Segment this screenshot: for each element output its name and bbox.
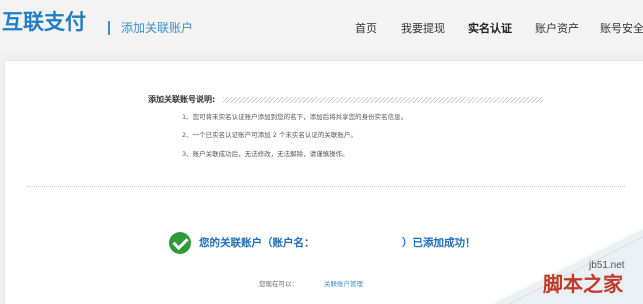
top-header: 互联支付 添加关联账户 首页 我要提现 实名认证 账户资产 账号安全 [0, 0, 643, 54]
account-management-link[interactable]: 关联账户管理 [324, 279, 363, 289]
success-text-suffix: ）已添加成功！ [402, 237, 476, 249]
watermark-site: jb51.net [589, 260, 625, 271]
instruction-item: 1、您可将未实名认证账户添加到您的名下，添加后将共享您的身份实名信息。 [182, 113, 408, 121]
nav-home[interactable]: 首页 [355, 21, 377, 37]
watermark-logo-text: 脚本之家 [543, 272, 623, 296]
success-text-prefix: 您的关联账户（账户名： [199, 237, 315, 249]
page-title: 添加关联账户 [121, 21, 194, 35]
nav-account-security[interactable]: 账号安全 [600, 21, 643, 37]
nav-real-name-auth[interactable]: 实名认证 [468, 21, 512, 37]
site-logo[interactable]: 互联支付 [2, 9, 86, 35]
title-hatch-decoration [223, 97, 543, 103]
next-step-label: 您现在可以： [259, 280, 298, 288]
instructions-title: 添加关联账号说明: [148, 95, 216, 104]
nav-withdraw[interactable]: 我要提现 [401, 21, 445, 37]
instruction-item: 2、一个已实名认证账户可添加 2 个未实名认证的关联账户。 [182, 131, 357, 139]
logo-divider [108, 21, 110, 35]
nav-account-assets[interactable]: 账户资产 [535, 21, 579, 37]
section-divider [27, 186, 625, 187]
check-circle-icon [169, 232, 191, 254]
instruction-item: 3、账户关联成功后，无法修改，无法解除，请谨慎操作。 [182, 150, 349, 158]
